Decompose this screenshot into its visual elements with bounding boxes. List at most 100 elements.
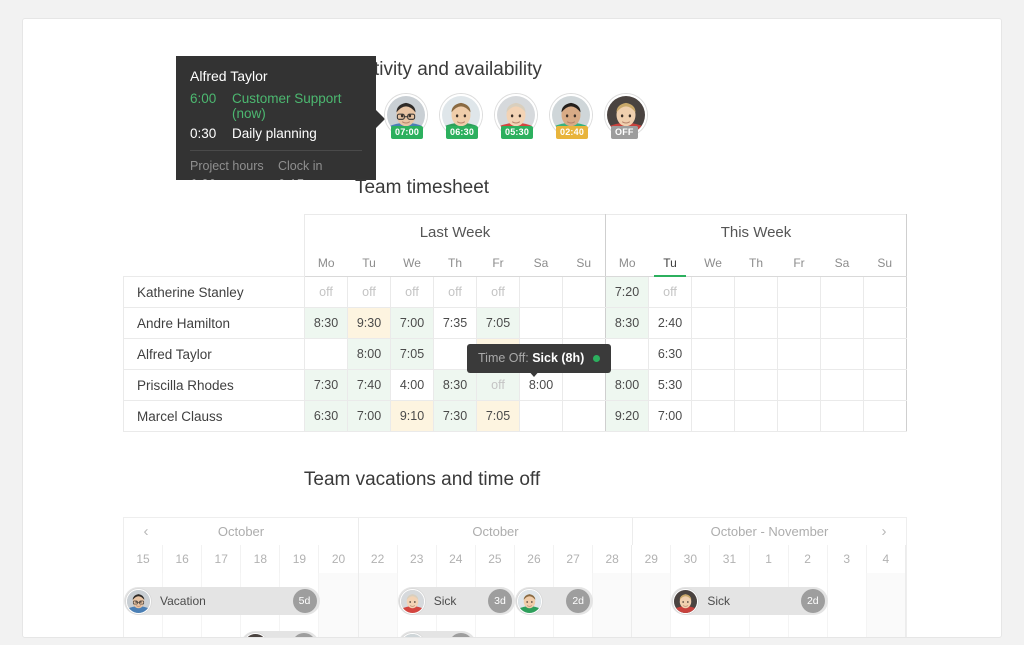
- timesheet-cell[interactable]: off: [347, 276, 391, 308]
- timesheet-cell[interactable]: 7:00: [648, 400, 692, 432]
- timesheet-cell[interactable]: [519, 307, 563, 339]
- chevron-left-icon[interactable]: ‹: [136, 522, 156, 542]
- timesheet-day-header[interactable]: Mo: [304, 250, 348, 277]
- timesheet-cell[interactable]: 7:30: [304, 369, 348, 401]
- timesheet-cell[interactable]: [562, 307, 606, 339]
- calendar-day-number: 23: [398, 545, 437, 573]
- timesheet-cell[interactable]: [820, 400, 864, 432]
- timesheet-cell[interactable]: 6:30: [304, 400, 348, 432]
- timesheet-cell[interactable]: [734, 369, 778, 401]
- calendar-month-header: ‹ › October October October - November: [124, 518, 906, 545]
- timesheet-cell[interactable]: 9:20: [605, 400, 649, 432]
- timesheet-cell[interactable]: 8:30: [304, 307, 348, 339]
- timesheet-cell[interactable]: off: [476, 369, 520, 401]
- timesheet-cell[interactable]: [519, 276, 563, 308]
- timesheet-cell[interactable]: 4:00: [390, 369, 434, 401]
- timesheet-cell[interactable]: 7:05: [476, 400, 520, 432]
- timesheet-day-header[interactable]: Th: [433, 250, 477, 277]
- timesheet-cell[interactable]: 9:10: [390, 400, 434, 432]
- timesheet-day-header[interactable]: Tu: [347, 250, 391, 277]
- timesheet-cell[interactable]: [820, 276, 864, 308]
- timesheet-cell[interactable]: 8:00: [605, 369, 649, 401]
- timesheet-cell[interactable]: 8:30: [433, 369, 477, 401]
- timesheet-cell[interactable]: 7:05: [390, 338, 434, 370]
- timesheet-cell[interactable]: [734, 307, 778, 339]
- timesheet-cell[interactable]: [519, 400, 563, 432]
- timesheet-cell[interactable]: [777, 400, 821, 432]
- timesheet-cell[interactable]: [863, 369, 907, 401]
- timesheet-cell[interactable]: off: [433, 276, 477, 308]
- timesheet-day-header[interactable]: We: [390, 250, 434, 277]
- timesheet-member-name[interactable]: Marcel Clauss: [123, 400, 305, 432]
- timesheet-cell[interactable]: off: [390, 276, 434, 308]
- timesheet-cell[interactable]: [820, 369, 864, 401]
- timesheet-cell[interactable]: 7:00: [390, 307, 434, 339]
- avatar-alfred-taylor[interactable]: 07:00: [385, 94, 427, 139]
- timesheet-day-header[interactable]: Su: [562, 250, 606, 277]
- timesheet-cell[interactable]: 8:00: [347, 338, 391, 370]
- avatar-katherine-stanley[interactable]: 05:30: [495, 94, 537, 139]
- timesheet-cell[interactable]: [777, 276, 821, 308]
- timesheet-member-name[interactable]: Andre Hamilton: [123, 307, 305, 339]
- timesheet-member-name[interactable]: Katherine Stanley: [123, 276, 305, 308]
- timesheet-cell[interactable]: [734, 338, 778, 370]
- timesheet-cell[interactable]: [691, 276, 735, 308]
- timesheet-cell[interactable]: 7:35: [433, 307, 477, 339]
- timesheet-cell[interactable]: [691, 307, 735, 339]
- timesheet-cell[interactable]: [734, 400, 778, 432]
- vacation-event-bar[interactable]: Vacation 5d: [124, 587, 320, 615]
- vacation-event-bar[interactable]: 2d: [515, 587, 594, 615]
- timesheet-cell[interactable]: [304, 338, 348, 370]
- timesheet-cell[interactable]: [691, 400, 735, 432]
- timesheet-cell[interactable]: 8:30: [605, 307, 649, 339]
- timesheet-day-header[interactable]: Fr: [777, 250, 821, 277]
- timesheet-cell[interactable]: 5:30: [648, 369, 692, 401]
- avatar-priscilla-rhodes[interactable]: OFF: [605, 94, 647, 139]
- chevron-right-icon[interactable]: ›: [874, 522, 894, 542]
- timesheet-day-header[interactable]: We: [691, 250, 735, 277]
- vacation-event-bar[interactable]: Sick 2d: [671, 587, 828, 615]
- timesheet-cell[interactable]: [562, 276, 606, 308]
- timesheet-cell[interactable]: 2:40: [648, 307, 692, 339]
- vacation-event-bar[interactable]: 2d: [397, 631, 476, 637]
- timesheet-cell[interactable]: off: [304, 276, 348, 308]
- avatar-andre-hamilton[interactable]: 06:30: [440, 94, 482, 139]
- timesheet-day-header[interactable]: Tu: [648, 250, 692, 277]
- timesheet-cell[interactable]: [777, 338, 821, 370]
- timesheet-day-header[interactable]: Fr: [476, 250, 520, 277]
- timesheet-day-header[interactable]: Th: [734, 250, 778, 277]
- timesheet-member-name[interactable]: Alfred Taylor: [123, 338, 305, 370]
- timesheet-cell[interactable]: 7:30: [433, 400, 477, 432]
- timesheet-cell[interactable]: 8:00: [519, 369, 563, 401]
- timesheet-cell[interactable]: [734, 276, 778, 308]
- timesheet-cell[interactable]: [691, 369, 735, 401]
- timesheet-day-header[interactable]: Sa: [519, 250, 563, 277]
- timesheet-cell[interactable]: [777, 369, 821, 401]
- timesheet-day-header[interactable]: Su: [863, 250, 907, 277]
- timesheet-cell[interactable]: [691, 338, 735, 370]
- timesheet-cell[interactable]: 6:30: [648, 338, 692, 370]
- timesheet-day-header[interactable]: Mo: [605, 250, 649, 277]
- timesheet-cell[interactable]: 7:40: [347, 369, 391, 401]
- timesheet-cell[interactable]: [562, 400, 606, 432]
- timesheet-day-header[interactable]: Sa: [820, 250, 864, 277]
- timesheet-cell[interactable]: off: [648, 276, 692, 308]
- timesheet-cell[interactable]: off: [476, 276, 520, 308]
- timesheet-cell[interactable]: 7:20: [605, 276, 649, 308]
- timesheet-cell[interactable]: [863, 307, 907, 339]
- timesheet-cell[interactable]: [820, 307, 864, 339]
- timesheet-cell[interactable]: [777, 307, 821, 339]
- vacation-event-bar[interactable]: 2d: [241, 631, 320, 637]
- timesheet-cell[interactable]: [562, 369, 606, 401]
- timesheet-cell[interactable]: [820, 338, 864, 370]
- timesheet-member-name[interactable]: Priscilla Rhodes: [123, 369, 305, 401]
- timesheet-cell[interactable]: [863, 338, 907, 370]
- avatar-marcel-clauss[interactable]: 02:40: [550, 94, 592, 139]
- timesheet-cell[interactable]: [605, 338, 649, 370]
- timesheet-cell[interactable]: 9:30: [347, 307, 391, 339]
- timesheet-cell[interactable]: 7:05: [476, 307, 520, 339]
- vacation-event-bar[interactable]: Sick 3d: [397, 587, 515, 615]
- timesheet-cell[interactable]: [863, 400, 907, 432]
- timesheet-cell[interactable]: 7:00: [347, 400, 391, 432]
- timesheet-cell[interactable]: [863, 276, 907, 308]
